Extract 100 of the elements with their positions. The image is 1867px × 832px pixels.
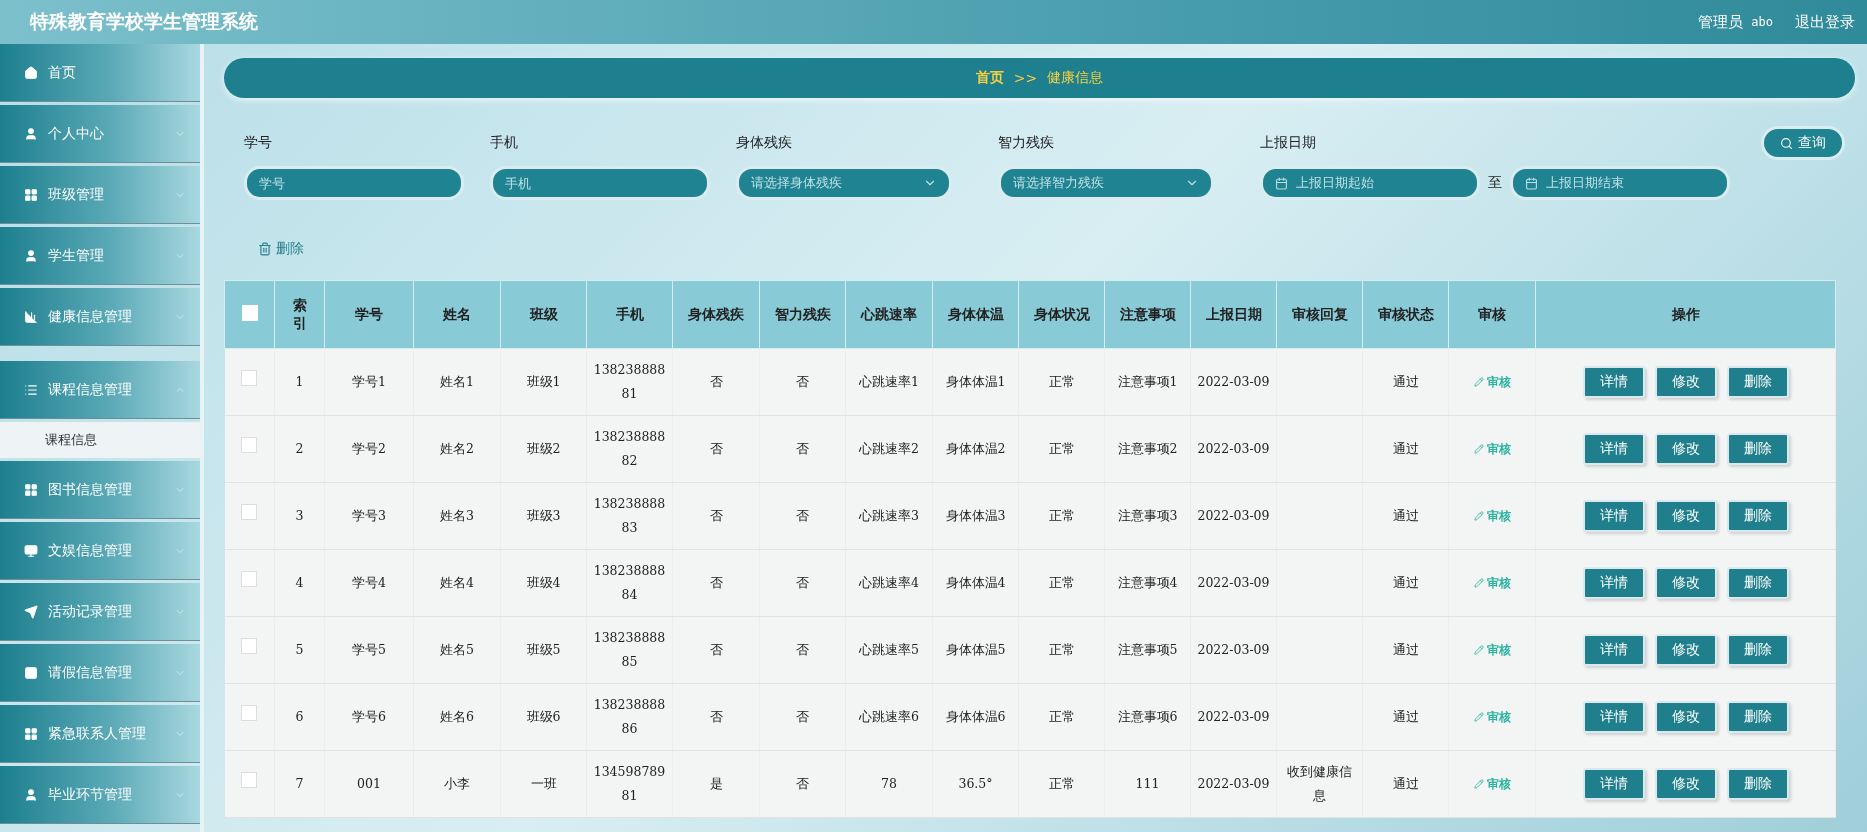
filter-label: 上报日期 [1260,134,1317,152]
action-button[interactable]: 修改 [1654,634,1717,666]
column-header: 上报日期 [1190,280,1277,349]
filter-label: 智力残疾 [998,134,1055,152]
table-cell: 2022-03-09 [1190,415,1277,483]
monitor-icon [24,543,38,558]
select-field[interactable]: 请选择身体残疾 [736,166,952,200]
table-cell: 班级3 [500,482,587,550]
column-header: 身体体温 [932,280,1019,349]
grid-icon [24,482,38,497]
sidebar-item[interactable]: 文娱信息管理 [0,522,200,580]
action-button[interactable]: 详情 [1582,701,1645,733]
submenu-item[interactable]: 课程信息 [0,422,200,458]
action-button[interactable]: 删除 [1726,768,1789,800]
breadcrumb-link[interactable]: 首页 [975,69,1004,87]
checkbox[interactable] [241,437,258,453]
table-cell: 6 [274,683,325,751]
checkbox[interactable] [241,571,258,587]
table-cell: 是 [672,750,760,818]
review-link[interactable]: 审核 [1473,369,1511,394]
review-link[interactable]: 审核 [1473,503,1511,528]
action-button[interactable]: 修改 [1654,768,1717,800]
sidebar-item[interactable]: 请假信息管理 [0,644,200,702]
user-role: 管理员 [1698,12,1744,32]
action-button[interactable]: 修改 [1654,500,1717,532]
action-button[interactable]: 详情 [1582,433,1645,465]
table-cell: 通过 [1362,415,1449,483]
action-button[interactable]: 详情 [1582,500,1645,532]
action-button[interactable]: 修改 [1654,433,1717,465]
sidebar-item[interactable]: 课程信息管理 [0,361,200,419]
table-cell: 5 [274,616,325,684]
action-button[interactable]: 详情 [1582,634,1645,666]
review-link[interactable]: 审核 [1473,704,1511,729]
input-field[interactable]: 学号 [244,166,464,200]
sidebar-item[interactable]: 图书信息管理 [0,461,200,519]
search-button[interactable]: 查询 [1761,126,1845,160]
sidebar-item[interactable]: 学生管理 [0,227,200,285]
sidebar-item[interactable]: 健康信息管理 [0,288,200,346]
table-cell: 13459878981 [586,750,673,818]
logout-link[interactable]: 退出登录 [1795,12,1855,32]
table-cell: 心跳速率6 [845,683,933,751]
review-link[interactable]: 审核 [1473,570,1511,595]
pencil-icon [1473,711,1484,722]
action-button[interactable]: 详情 [1582,768,1645,800]
grid-icon [24,187,38,202]
input-field[interactable]: 手机 [490,166,710,200]
table-cell: 一班 [500,750,587,818]
sidebar-item[interactable]: 毕业环节管理 [0,766,200,824]
column-header: 学号 [324,280,414,349]
table-cell: 姓名5 [413,616,501,684]
table-cell: 正常 [1018,750,1105,818]
checkbox[interactable] [241,772,258,788]
table-cell: 001 [324,750,414,818]
table-cell: 正常 [1018,683,1105,751]
date-field[interactable]: 上报日期结束 [1510,166,1730,200]
filter-label: 身体残疾 [736,134,793,152]
table-cell: 小李 [413,750,501,818]
table-cell: 身体体温2 [932,415,1019,483]
select-field[interactable]: 请选择智力残疾 [998,166,1214,200]
sidebar-item[interactable]: 班级管理 [0,166,200,224]
checkbox[interactable] [241,638,258,654]
column-header: 审核 [1448,280,1536,349]
action-button[interactable]: 删除 [1726,634,1789,666]
action-button[interactable]: 详情 [1582,366,1645,398]
table-cell: 78 [845,750,933,818]
review-link[interactable]: 审核 [1473,637,1511,662]
action-button[interactable]: 删除 [1726,701,1789,733]
review-link[interactable]: 审核 [1473,771,1511,796]
action-button[interactable]: 删除 [1726,567,1789,599]
date-field[interactable]: 上报日期起始 [1260,166,1480,200]
table-cell: 否 [672,482,760,550]
table-cell: 班级4 [500,549,587,617]
action-button[interactable]: 删除 [1726,500,1789,532]
action-button[interactable]: 修改 [1654,567,1717,599]
table-cell: 2022-03-09 [1190,750,1277,818]
sidebar-item[interactable]: 活动记录管理 [0,583,200,641]
action-button[interactable]: 修改 [1654,366,1717,398]
sidebar-item[interactable]: 紧急联系人管理 [0,705,200,763]
table-cell: 班级1 [500,348,587,416]
table-cell: 姓名2 [413,415,501,483]
table-cell: 3 [274,482,325,550]
table-cell: 身体体温1 [932,348,1019,416]
table-cell: 正常 [1018,616,1105,684]
checkbox[interactable] [241,705,258,721]
action-button[interactable]: 修改 [1654,701,1717,733]
action-button[interactable]: 删除 [1726,433,1789,465]
table-cell: 7 [274,750,325,818]
checkbox[interactable] [241,370,258,386]
table-cell: 否 [759,482,846,550]
sidebar-item[interactable]: 首页 [0,44,200,102]
delete-button[interactable]: 删除 [254,236,308,262]
review-link[interactable]: 审核 [1473,436,1511,461]
table-cell: 否 [759,683,846,751]
action-button[interactable]: 删除 [1726,366,1789,398]
sidebar-item[interactable]: 个人中心 [0,105,200,163]
checkbox[interactable] [241,504,258,520]
column-header: 索引 [274,280,325,349]
table-cell: 否 [672,616,760,684]
table-cell: 注意事项5 [1104,616,1191,684]
action-button[interactable]: 详情 [1582,567,1645,599]
